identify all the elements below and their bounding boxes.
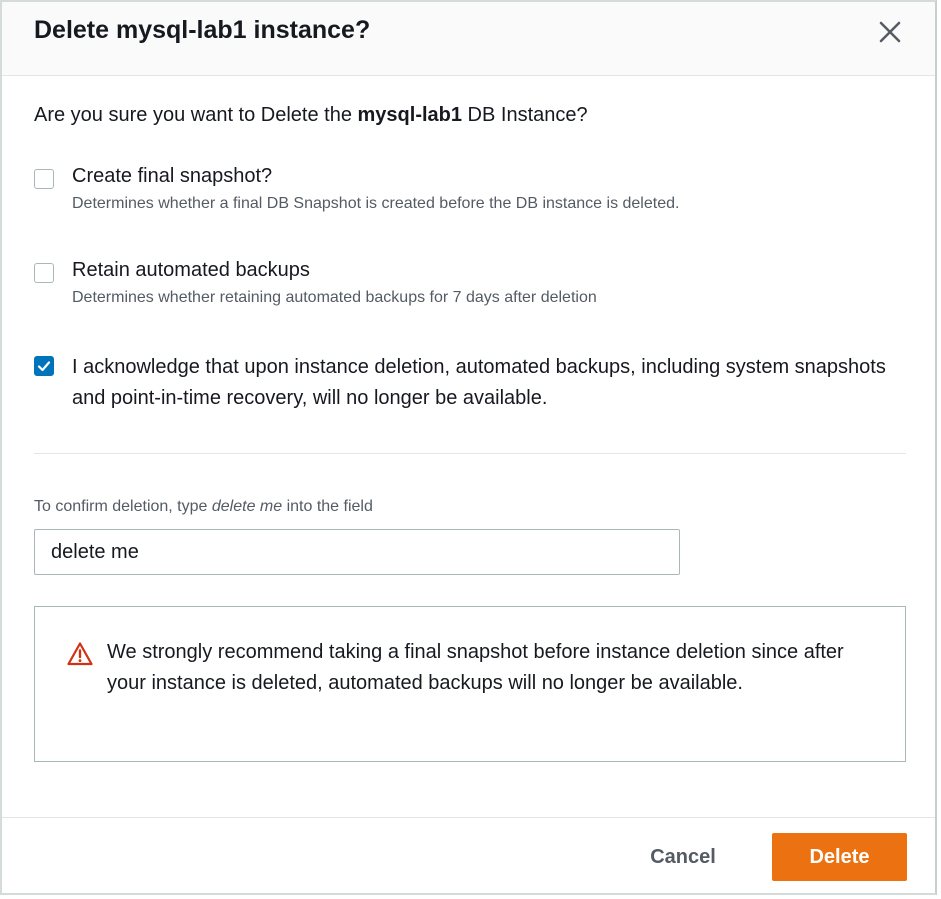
question-prefix: Are you sure you want to Delete the [34, 104, 358, 126]
final-snapshot-checkbox[interactable] [34, 169, 54, 189]
warning-icon [67, 642, 93, 666]
retain-backups-label: Retain automated backups [72, 259, 310, 281]
question-suffix: DB Instance? [462, 104, 588, 126]
cancel-button[interactable]: Cancel [628, 834, 738, 880]
acknowledge-label: I acknowledge that upon instance deletio… [72, 356, 886, 409]
retain-backups-description: Determines whether retaining automated b… [72, 289, 597, 306]
confirm-delete-input[interactable] [34, 529, 680, 575]
confirm-label: To confirm deletion, type delete me into… [34, 498, 373, 516]
close-button[interactable] [874, 16, 906, 48]
retain-backups-checkbox[interactable] [34, 263, 54, 283]
warning-text: We strongly recommend taking a final sna… [107, 641, 844, 694]
warning-alert: We strongly recommend taking a final sna… [34, 606, 906, 762]
confirm-label-prefix: To confirm deletion, type [34, 498, 212, 515]
delete-question: Are you sure you want to Delete the mysq… [34, 104, 588, 127]
dialog-header: Delete mysql-lab1 instance? [2, 2, 935, 76]
section-divider [34, 453, 906, 454]
delete-instance-dialog: Delete mysql-lab1 instance? Are you sure… [0, 0, 937, 895]
instance-name: mysql-lab1 [357, 104, 462, 126]
final-snapshot-description: Determines whether a final DB Snapshot i… [72, 195, 680, 212]
close-icon [879, 21, 901, 43]
final-snapshot-label: Create final snapshot? [72, 165, 273, 187]
checkmark-icon [37, 361, 51, 372]
confirm-label-suffix: into the field [282, 498, 373, 515]
delete-button[interactable]: Delete [772, 833, 907, 881]
confirm-keyword: delete me [211, 498, 283, 515]
dialog-title: Delete mysql-lab1 instance? [34, 16, 371, 44]
acknowledge-checkbox[interactable] [34, 356, 54, 376]
footer-divider [2, 817, 935, 818]
